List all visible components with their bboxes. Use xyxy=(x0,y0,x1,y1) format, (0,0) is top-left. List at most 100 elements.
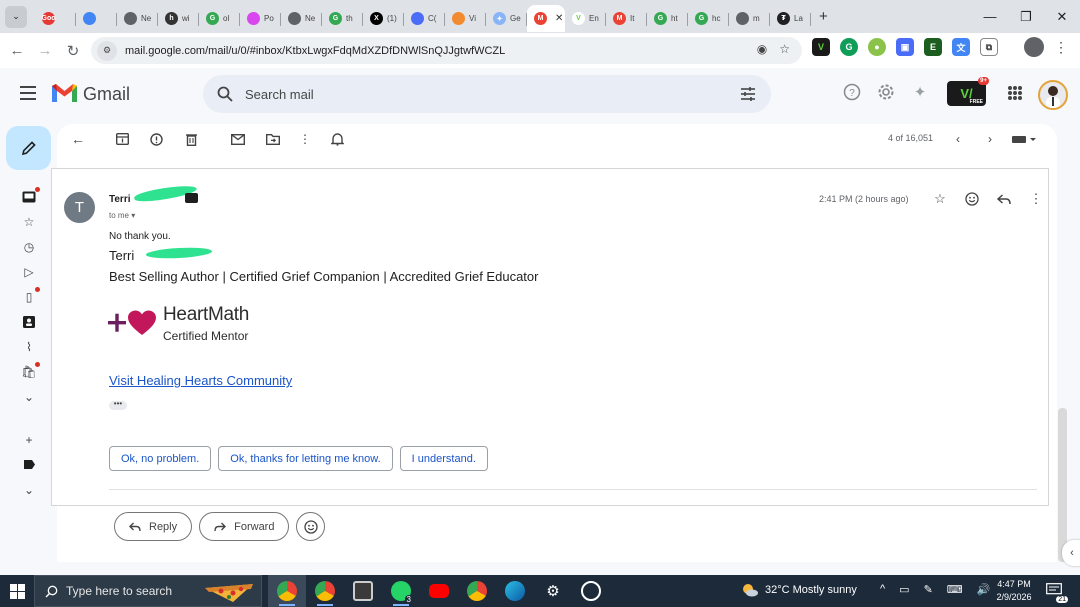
chrome-profile-app-icon[interactable] xyxy=(268,575,306,607)
grammar-extension-icon[interactable]: G xyxy=(840,38,858,56)
vidiq-badge[interactable]: V/ 9+ FREE xyxy=(947,77,989,106)
tray-overflow-icon[interactable]: ^ xyxy=(880,583,885,596)
close-window-button[interactable]: ✕ xyxy=(1044,0,1080,33)
main-menu-icon[interactable] xyxy=(20,86,36,100)
smart-reply-button[interactable]: Ok, thanks for letting me know. xyxy=(218,446,393,471)
reply-button[interactable]: Reply xyxy=(114,512,193,541)
browser-tab[interactable]: Vi xyxy=(445,5,486,32)
settings-app-icon[interactable]: ⚙ xyxy=(534,575,572,607)
back-to-inbox-icon[interactable]: ← xyxy=(69,130,87,148)
browser-tab[interactable]: C( xyxy=(404,5,445,32)
browser-tab[interactable]: ✦ Ge xyxy=(486,5,527,32)
taskbar-search-box[interactable]: Type here to search xyxy=(34,575,262,607)
copilot-app-icon[interactable] xyxy=(572,575,610,607)
emoji-reaction-button[interactable] xyxy=(296,512,326,541)
browser-tab[interactable]: Goo xyxy=(35,5,76,32)
tab-search-button[interactable]: ⌄ xyxy=(5,5,27,28)
browser-tab[interactable]: M It xyxy=(606,5,647,32)
page-scrollbar[interactable] xyxy=(1058,408,1067,562)
browser-tab[interactable]: M ✕ xyxy=(527,5,565,32)
smart-reply-button[interactable]: I understand. xyxy=(399,446,488,471)
browser-tab[interactable]: Ne xyxy=(117,5,158,32)
newer-chevron-icon[interactable]: ‹ xyxy=(949,130,967,148)
browser-tab[interactable]: Ne xyxy=(281,5,322,32)
reload-button[interactable]: ↻ xyxy=(59,37,87,65)
vidiq-extension-icon[interactable]: V xyxy=(812,38,830,56)
help-icon[interactable]: ? xyxy=(842,82,862,102)
browser-tab[interactable]: Gol xyxy=(199,5,240,32)
smart-reply-button[interactable]: Ok, no problem. xyxy=(109,446,212,471)
screen-extension-icon[interactable]: ▣ xyxy=(896,38,914,56)
reply-icon[interactable] xyxy=(996,191,1012,207)
browser-tab[interactable] xyxy=(76,5,117,32)
eye-icon[interactable]: ◉ xyxy=(757,42,767,56)
starred-icon[interactable]: ☆ xyxy=(18,209,40,234)
sent-icon[interactable]: ▷ xyxy=(18,259,40,284)
message-more-icon[interactable]: ⋮ xyxy=(1028,191,1044,207)
report-spam-icon[interactable] xyxy=(147,130,165,148)
extension-icon[interactable]: ● xyxy=(868,38,886,56)
wps-app-icon[interactable] xyxy=(344,575,382,607)
translate-extension-icon[interactable]: 文 xyxy=(952,38,970,56)
compose-button[interactable] xyxy=(6,126,51,170)
recipient-dropdown[interactable]: to me ▾ xyxy=(109,211,135,220)
contact-card-icon[interactable] xyxy=(185,193,198,203)
youtube-app-icon[interactable] xyxy=(420,575,458,607)
inbox-icon[interactable] xyxy=(18,184,40,209)
browser-tab[interactable]: X (1) xyxy=(363,5,404,32)
browser-tab[interactable]: Po xyxy=(240,5,281,32)
attachment-icon[interactable]: ⌇ xyxy=(18,334,40,359)
chrome-app-icon[interactable] xyxy=(306,575,344,607)
volume-icon[interactable]: 🔊 xyxy=(977,583,991,596)
whatsapp-app-icon[interactable]: 3 xyxy=(382,575,420,607)
more-chevron-icon[interactable]: ⌄ xyxy=(18,384,40,409)
labels-expand-icon[interactable]: ⌄ xyxy=(18,477,40,502)
search-input[interactable] xyxy=(245,86,715,102)
network-icon[interactable]: ▭ xyxy=(899,583,909,596)
input-tools-icon[interactable] xyxy=(1010,130,1038,148)
bookmark-star-icon[interactable]: ☆ xyxy=(779,42,790,56)
create-label-icon[interactable]: + xyxy=(18,427,40,452)
older-chevron-icon[interactable]: › xyxy=(981,130,999,148)
browser-menu-icon[interactable]: ⋮ xyxy=(1054,39,1068,56)
browser-tab[interactable]: m xyxy=(729,5,770,32)
address-bar[interactable]: ⚙ mail.google.com/mail/u/0/#inbox/KtbxLw… xyxy=(91,37,802,64)
snoozed-clock-icon[interactable]: ◷ xyxy=(18,234,40,259)
forward-button[interactable]: → xyxy=(31,37,59,65)
edge-app-icon[interactable] xyxy=(496,575,534,607)
purchases-icon[interactable]: 🛍 xyxy=(18,359,40,384)
back-button[interactable]: ← xyxy=(3,37,31,65)
new-tab-button[interactable]: + xyxy=(819,8,828,25)
pen-icon[interactable]: ✎ xyxy=(924,583,933,596)
gemini-sparkle-icon[interactable]: ✦ xyxy=(910,82,930,102)
google-apps-icon[interactable] xyxy=(1008,86,1022,100)
chrome-alt-app-icon[interactable] xyxy=(458,575,496,607)
e-extension-icon[interactable]: E xyxy=(924,38,942,56)
drafts-icon[interactable]: ▯ xyxy=(18,284,40,309)
browser-tab[interactable]: Ghc xyxy=(688,5,729,32)
search-options-icon[interactable] xyxy=(739,85,757,103)
delete-trash-icon[interactable] xyxy=(182,130,200,148)
move-to-folder-icon[interactable] xyxy=(264,130,282,148)
archive-icon[interactable] xyxy=(113,130,131,148)
weather-widget[interactable]: 32°C Mostly sunny xyxy=(741,583,857,597)
sender-name[interactable]: Terri xyxy=(109,194,131,205)
side-panel-toggle[interactable]: ‹ xyxy=(1062,540,1080,566)
star-message-icon[interactable]: ☆ xyxy=(932,191,948,207)
label-tag-icon[interactable] xyxy=(18,452,40,477)
settings-gear-icon[interactable] xyxy=(876,82,896,102)
show-trimmed-content-button[interactable]: ••• xyxy=(109,400,127,410)
windows-start-button[interactable] xyxy=(0,575,34,607)
site-info-icon[interactable]: ⚙ xyxy=(97,40,117,61)
forward-button[interactable]: Forward xyxy=(199,512,290,541)
healing-hearts-link[interactable]: Visit Healing Hearts Community xyxy=(109,373,292,388)
notifications-icon[interactable]: 21 xyxy=(1046,583,1068,603)
mark-unread-icon[interactable] xyxy=(229,130,247,148)
browser-tab[interactable]: Ght xyxy=(647,5,688,32)
restore-button[interactable]: ❐ xyxy=(1008,0,1044,33)
puzzle-icon[interactable]: ⧉ xyxy=(980,38,998,56)
browser-profile-avatar[interactable] xyxy=(1024,37,1044,57)
taskbar-clock[interactable]: 4:47 PM 2/9/2026 xyxy=(994,578,1034,604)
tab-close-icon[interactable]: ✕ xyxy=(555,13,563,24)
browser-tab[interactable]: ₮ La xyxy=(770,5,811,32)
